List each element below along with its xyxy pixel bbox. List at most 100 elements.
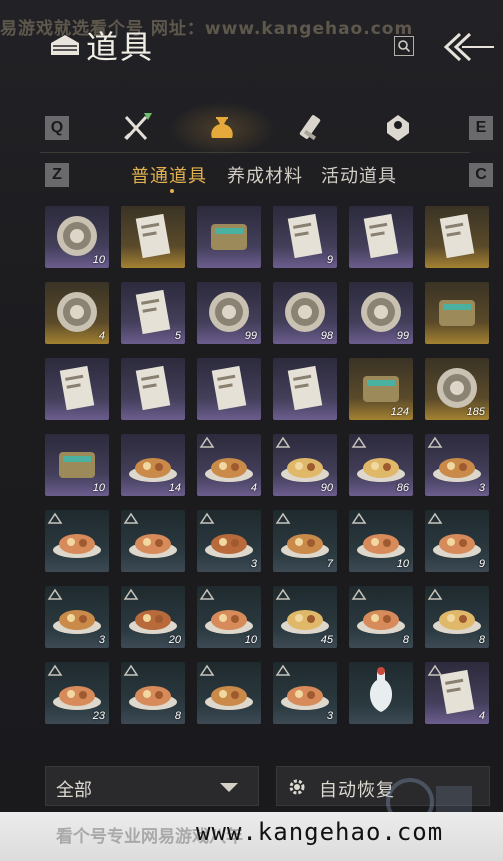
pouch-icon [211, 117, 233, 138]
inventory-slot[interactable]: 3 [273, 662, 337, 724]
inventory-slot[interactable]: 99 [197, 282, 261, 344]
food-badge-icon [47, 664, 63, 676]
next-category-key[interactable]: E [469, 116, 493, 140]
food-badge-icon [123, 512, 139, 524]
inventory-slot[interactable]: 10 [197, 586, 261, 648]
item-count: 3 [98, 634, 105, 646]
inventory-slot[interactable]: 86 [349, 434, 413, 496]
inventory-slot[interactable]: 124 [349, 358, 413, 420]
inventory-slot[interactable]: 98 [273, 282, 337, 344]
inventory-slot[interactable] [273, 358, 337, 420]
back-arrow-icon[interactable] [440, 30, 496, 64]
inventory-slot[interactable]: 9 [425, 510, 489, 572]
food-badge-icon [47, 512, 63, 524]
inventory-slot[interactable]: 185 [425, 358, 489, 420]
item-count: 124 [390, 406, 409, 418]
food-badge-icon [47, 588, 63, 600]
item-count: 8 [402, 634, 409, 646]
scroll-icon [299, 115, 321, 141]
tab-scrolls[interactable] [293, 110, 329, 146]
inventory-slot[interactable]: 20 [121, 586, 185, 648]
inventory-slot[interactable] [121, 206, 185, 268]
inventory-slot[interactable] [45, 358, 109, 420]
inventory-slot[interactable]: 14 [121, 434, 185, 496]
food-badge-icon [275, 588, 291, 600]
inventory-slot[interactable]: 10 [45, 206, 109, 268]
food-badge-icon [351, 588, 367, 600]
item-count: 3 [250, 558, 257, 570]
item-count: 5 [174, 330, 181, 342]
subtab-normal-items[interactable]: 普通道具 [131, 162, 207, 188]
item-count: 9 [326, 254, 333, 266]
inventory-slot[interactable] [425, 206, 489, 268]
inventory-slot[interactable] [425, 282, 489, 344]
filter-dropdown[interactable]: 全部 [45, 766, 259, 806]
filter-label: 全部 [56, 780, 92, 801]
prev-subtab-key[interactable]: Z [45, 163, 69, 187]
bag-icon [51, 35, 79, 55]
tab-items[interactable] [164, 100, 280, 158]
food-badge-icon [351, 436, 367, 448]
item-count: 20 [168, 634, 181, 646]
inventory-slot[interactable] [349, 206, 413, 268]
inventory-slot[interactable]: 4 [425, 662, 489, 724]
item-count: 185 [466, 406, 485, 418]
inventory-slot[interactable]: 45 [273, 586, 337, 648]
item-count: 8 [478, 634, 485, 646]
item-count: 10 [92, 254, 105, 266]
inventory-slot[interactable]: 8 [349, 586, 413, 648]
food-badge-icon [427, 664, 443, 676]
inventory-slot[interactable]: 7 [273, 510, 337, 572]
page-title: 道具 [86, 28, 155, 66]
page-header: 道具 [48, 20, 154, 70]
inventory-slot[interactable] [197, 358, 261, 420]
tab-equipment[interactable] [119, 110, 155, 146]
item-count: 10 [92, 482, 105, 494]
next-subtab-key[interactable]: C [469, 163, 493, 187]
item-count: 3 [478, 482, 485, 494]
search-icon [398, 40, 411, 53]
paper-bundle-icon [135, 213, 171, 259]
inventory-slot[interactable]: 99 [349, 282, 413, 344]
inventory-slot[interactable]: 5 [121, 282, 185, 344]
item-count: 14 [168, 482, 181, 494]
prev-category-key[interactable]: Q [45, 116, 69, 140]
watermark-banner: 看个号专业网易游戏八年 www.kangehao.com [0, 812, 503, 861]
inventory-slot[interactable]: 3 [425, 434, 489, 496]
inventory-panel: 易游戏就选看个号 网址：www.kangehao.com 道具 Q E Z C … [0, 0, 503, 861]
tab-gems[interactable] [380, 110, 416, 146]
gear-icon [289, 779, 305, 795]
food-badge-icon [427, 512, 443, 524]
item-count: 3 [326, 710, 333, 722]
inventory-slot[interactable] [197, 662, 261, 724]
inventory-slot[interactable]: 10 [45, 434, 109, 496]
food-badge-icon [123, 588, 139, 600]
inventory-slot[interactable] [197, 206, 261, 268]
inventory-slot[interactable]: 8 [121, 662, 185, 724]
inventory-slot[interactable] [121, 358, 185, 420]
inventory-slot[interactable]: 4 [197, 434, 261, 496]
item-count: 4 [98, 330, 105, 342]
search-button[interactable] [394, 36, 414, 56]
inventory-slot[interactable]: 3 [45, 586, 109, 648]
inventory-slot[interactable]: 10 [349, 510, 413, 572]
inventory-slot[interactable]: 90 [273, 434, 337, 496]
inventory-slot[interactable]: 4 [45, 282, 109, 344]
subtab-materials[interactable]: 养成材料 [227, 162, 303, 188]
food-badge-icon [275, 512, 291, 524]
inventory-slot[interactable]: 3 [197, 510, 261, 572]
inventory-slot[interactable]: 23 [45, 662, 109, 724]
inventory-slot[interactable] [349, 662, 413, 724]
inventory-slot[interactable]: 8 [425, 586, 489, 648]
inventory-slot[interactable]: 9 [273, 206, 337, 268]
food-badge-icon [199, 664, 215, 676]
inventory-slot[interactable] [45, 510, 109, 572]
subtab-event-items[interactable]: 活动道具 [321, 162, 397, 188]
animal-card-icon [59, 365, 95, 411]
item-count: 86 [396, 482, 409, 494]
food-badge-icon [427, 436, 443, 448]
food-badge-icon [123, 664, 139, 676]
item-count: 90 [320, 482, 333, 494]
item-count: 9 [478, 558, 485, 570]
inventory-slot[interactable] [121, 510, 185, 572]
